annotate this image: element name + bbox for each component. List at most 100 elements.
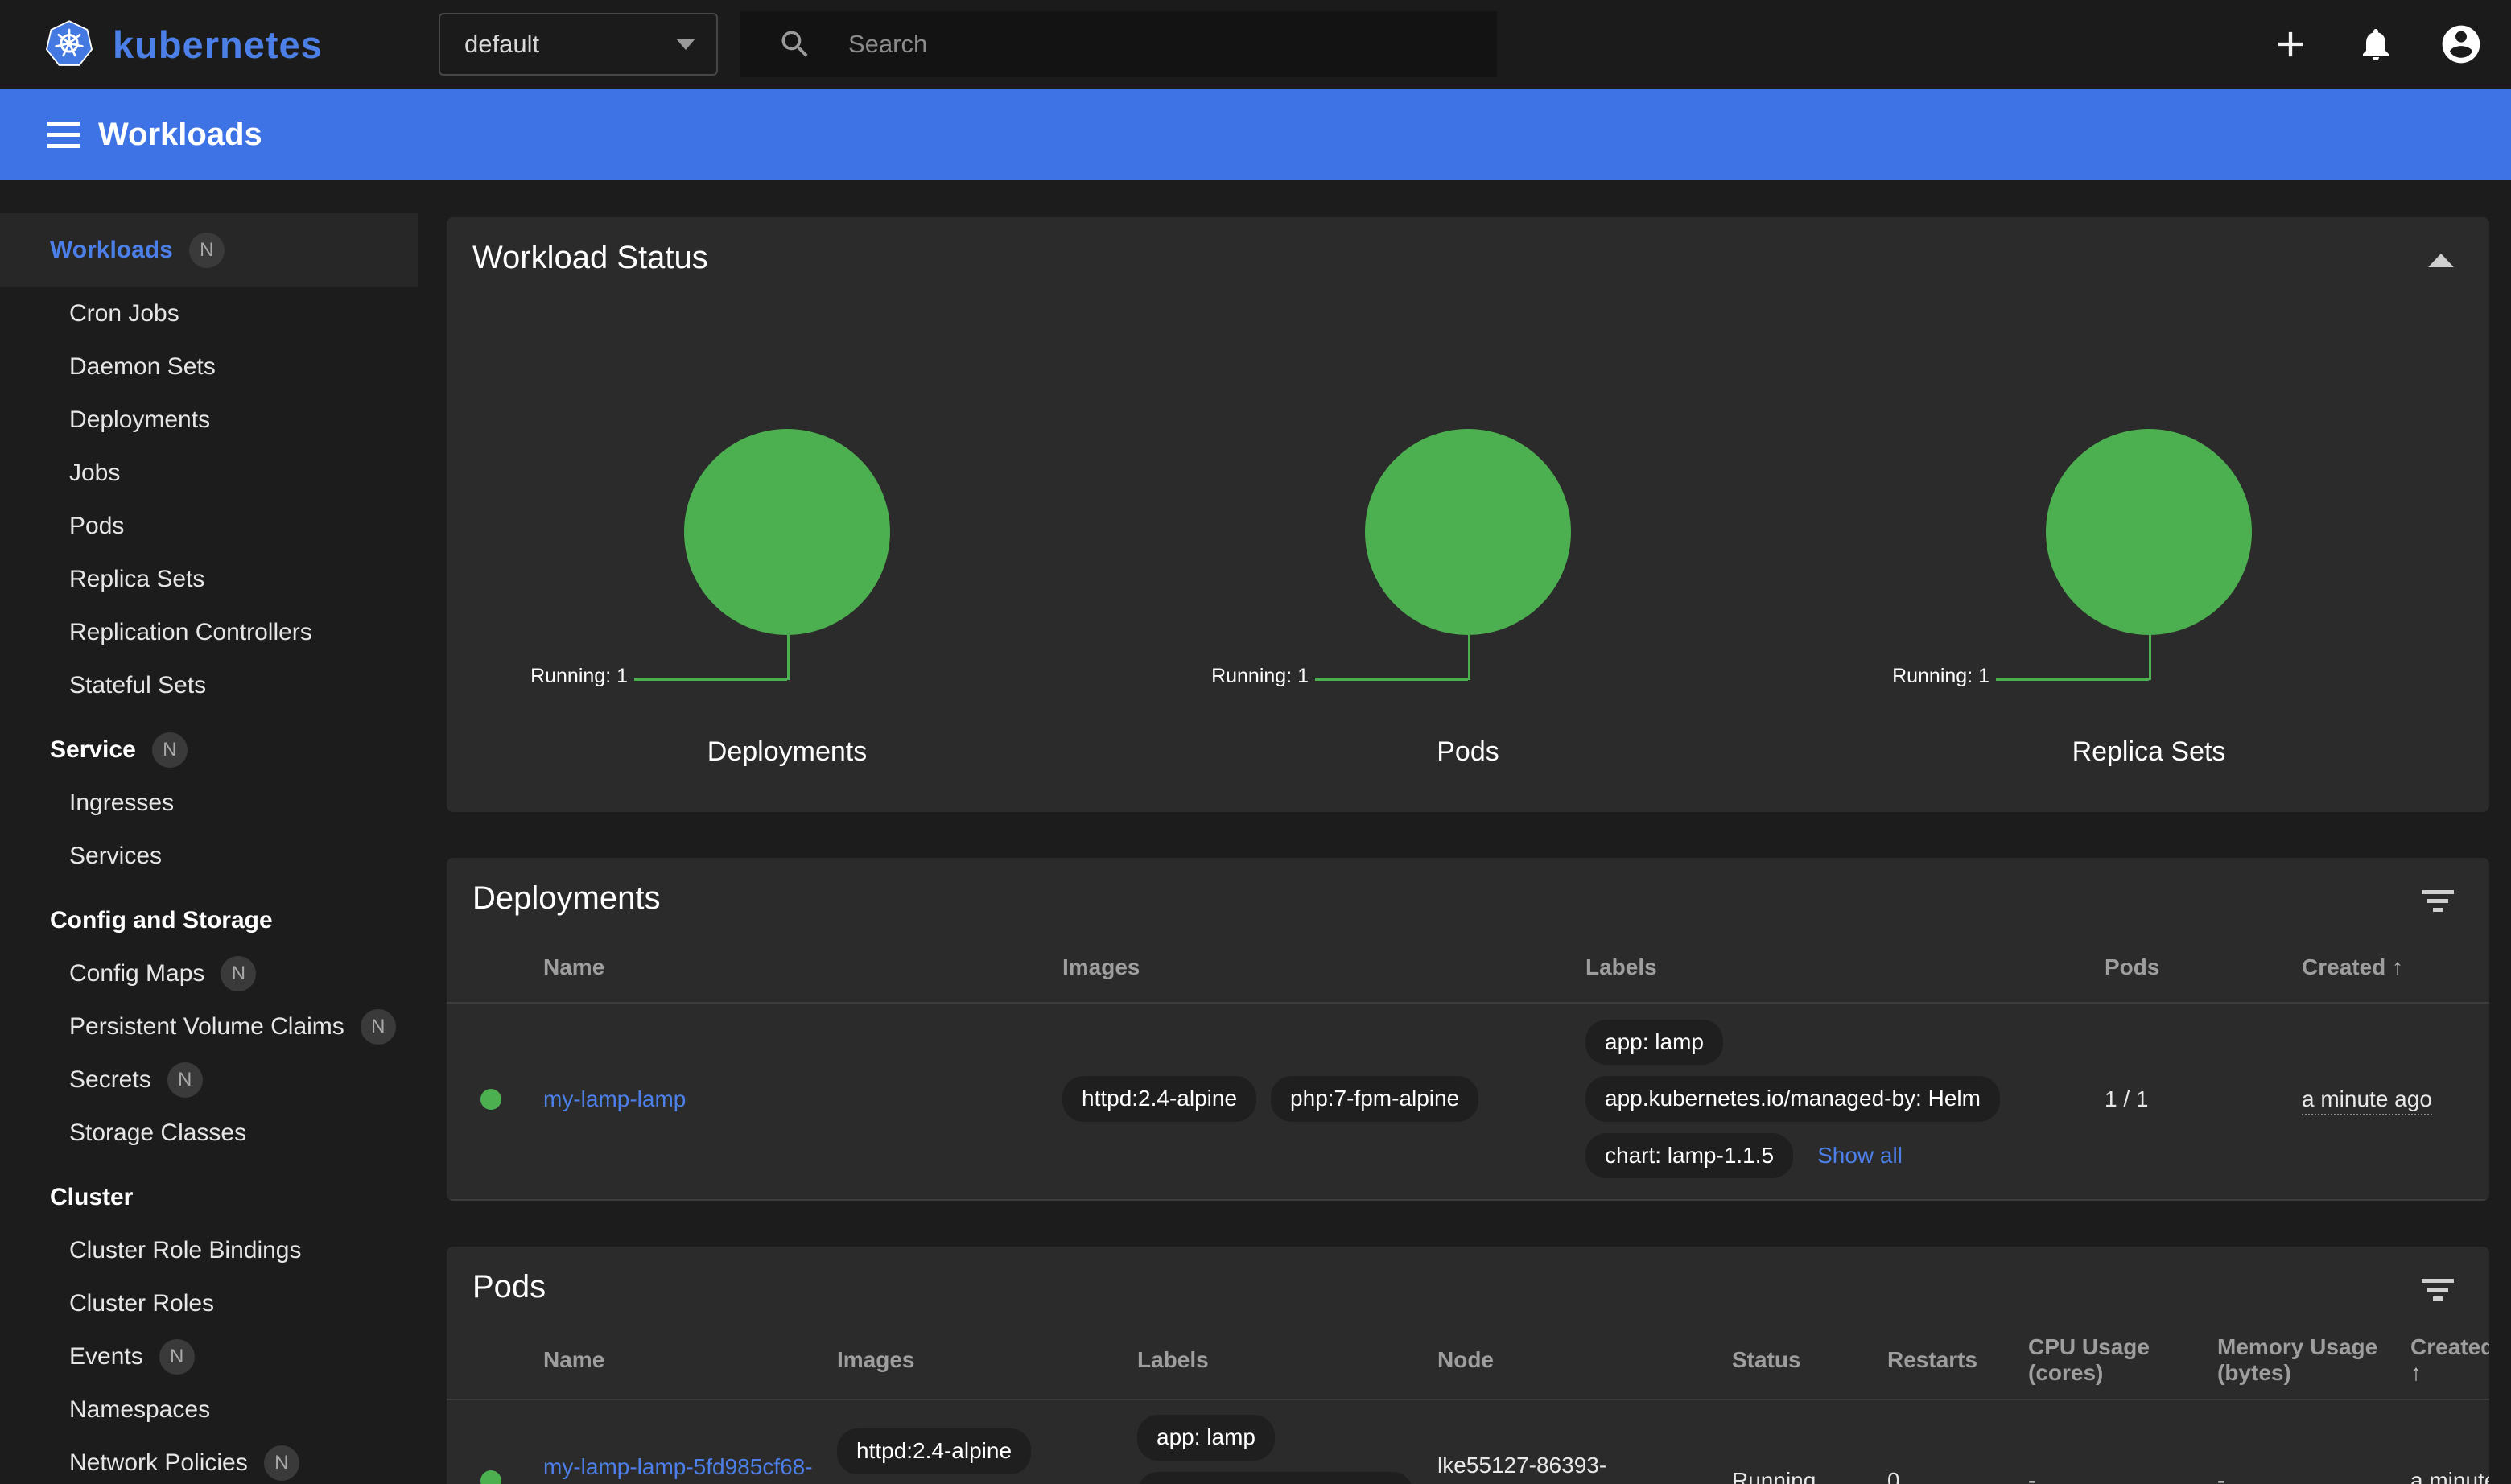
sidebar-item-cluster-role-bindings[interactable]: Cluster Role Bindings (0, 1224, 418, 1277)
hamburger-icon (32, 122, 95, 126)
filter-icon[interactable] (2422, 890, 2454, 912)
status-ok-icon (480, 1089, 501, 1110)
search-icon (777, 27, 813, 62)
filter-icon[interactable] (2422, 1279, 2454, 1301)
column-header-cpu: CPU Usage (cores) (2028, 1334, 2217, 1386)
column-header-images: Images (1062, 954, 1585, 980)
deployment-name-link[interactable]: my-lamp-lamp (543, 1086, 686, 1111)
callout-line (2149, 635, 2151, 680)
show-all-labels-link[interactable]: Show all (1817, 1143, 1903, 1169)
sidebar-item-label: Secrets (69, 1066, 151, 1094)
collapse-card-button[interactable] (2428, 254, 2454, 267)
sidebar-item-label: Network Policies (69, 1449, 248, 1477)
pods-pie-chart: Running: 1 Pods (1128, 429, 1808, 775)
column-header-pods: Pods (2105, 954, 2302, 980)
created-timestamp: a minute ago (2302, 1086, 2432, 1115)
sidebar-item-cluster[interactable]: Cluster (0, 1171, 418, 1224)
user-circle-icon (2439, 22, 2484, 67)
sidebar-item-label: Cluster Roles (69, 1290, 214, 1317)
column-header-status: Status (1732, 1347, 1887, 1373)
pod-name-link[interactable]: my-lamp-lamp-5fd985cf68-jwvz4 (543, 1453, 825, 1484)
pod-restarts: 0 (1887, 1468, 2028, 1484)
brand-name: kubernetes (113, 23, 323, 67)
pod-status: Running (1732, 1468, 1887, 1484)
sort-ascending-icon: ↑ (2392, 954, 2403, 979)
sidebar-item-daemon-sets[interactable]: Daemon Sets (0, 340, 418, 394)
sidebar-item-stateful-sets[interactable]: Stateful Sets (0, 659, 418, 712)
sidebar-item-label: Ingresses (69, 789, 174, 817)
sidebar-item-namespaces[interactable]: Namespaces (0, 1383, 418, 1437)
pod-memory-usage: - (2217, 1468, 2410, 1484)
sidebar-item-ingresses[interactable]: Ingresses (0, 777, 418, 830)
sidebar-item-label: Workloads (50, 237, 173, 264)
search-input[interactable] (848, 30, 1412, 59)
namespaced-badge: N (159, 1339, 195, 1375)
column-header-labels: Labels (1137, 1347, 1437, 1373)
namespaced-badge: N (152, 732, 188, 768)
brand-home-link[interactable]: kubernetes (45, 20, 323, 68)
sidebar-item-workloads[interactable]: Workloads N (0, 213, 418, 287)
sidebar-item-service[interactable]: Service N (0, 723, 418, 777)
sidebar-item-services[interactable]: Services (0, 830, 418, 883)
sidebar-item-label: Config and Storage (50, 907, 273, 934)
sort-ascending-icon: ↑ (2410, 1360, 2422, 1385)
pods-count: 1 / 1 (2105, 1086, 2302, 1112)
create-resource-button[interactable] (2263, 17, 2318, 72)
deployment-row: my-lamp-lamp httpd:2.4-alpine php:7-fpm-… (447, 1004, 2489, 1201)
sidebar-item-network-policies[interactable]: Network Policies N (0, 1437, 418, 1484)
sidebar-item-label: Events (69, 1343, 143, 1371)
callout-line (1315, 678, 1468, 681)
deployments-table-header: Name Images Labels Pods Created ↑ (447, 946, 2489, 1004)
namespaced-badge: N (167, 1062, 203, 1098)
sidebar-item-secrets[interactable]: Secrets N (0, 1053, 418, 1107)
sidebar-item-config-and-storage[interactable]: Config and Storage (0, 894, 418, 947)
image-chip: php:7-fpm-alpine (1271, 1076, 1478, 1121)
column-header-label: Created (2302, 954, 2385, 979)
column-header-name[interactable]: Name (543, 1347, 837, 1373)
pie-callout-label: Running: 1 (530, 665, 628, 688)
pie-running-slice (684, 429, 890, 635)
chart-caption: Pods (1128, 736, 1808, 768)
sidebar-item-label: Jobs (69, 460, 120, 487)
sidebar-item-label: Daemon Sets (69, 353, 216, 381)
namespaced-badge: N (264, 1445, 299, 1481)
search-bar[interactable] (740, 11, 1497, 77)
sidebar-item-label: Cluster (50, 1184, 133, 1211)
sidebar-item-deployments[interactable]: Deployments (0, 394, 418, 447)
sidebar-item-pods[interactable]: Pods (0, 500, 418, 553)
column-header-label: Created (2410, 1334, 2489, 1359)
sidebar-item-label: Service (50, 736, 136, 764)
workload-status-charts: Running: 1 Deployments Running: 1 Pods R… (447, 429, 2489, 812)
column-header-name[interactable]: Name (543, 954, 1062, 980)
column-header-images: Images (837, 1347, 1137, 1373)
notifications-button[interactable] (2348, 17, 2403, 72)
sidebar-item-replication-controllers[interactable]: Replication Controllers (0, 606, 418, 659)
sidebar-item-persistent-volume-claims[interactable]: Persistent Volume Claims N (0, 1000, 418, 1053)
sidebar-item-cluster-roles[interactable]: Cluster Roles (0, 1277, 418, 1330)
sidebar-item-jobs[interactable]: Jobs (0, 447, 418, 500)
column-header-created[interactable]: Created ↑ (2302, 954, 2489, 980)
sidebar-item-label: Services (69, 843, 162, 870)
sidebar-item-config-maps[interactable]: Config Maps N (0, 947, 418, 1000)
pie-callout-label: Running: 1 (1892, 665, 1989, 688)
sidebar-item-events[interactable]: Events N (0, 1330, 418, 1383)
chart-caption: Deployments (447, 736, 1128, 768)
sidebar-item-label: Cron Jobs (69, 300, 179, 328)
account-button[interactable] (2434, 17, 2488, 72)
pod-cpu-usage: - (2028, 1468, 2217, 1484)
sidebar-item-label: Replica Sets (69, 566, 204, 593)
sidebar-item-replica-sets[interactable]: Replica Sets (0, 553, 418, 606)
menu-button[interactable] (32, 103, 95, 166)
column-header-created[interactable]: Created ↑ (2410, 1334, 2489, 1386)
sidebar-item-cron-jobs[interactable]: Cron Jobs (0, 287, 418, 340)
namespaced-badge: N (221, 956, 256, 991)
replica-sets-pie-chart: Running: 1 Replica Sets (1808, 429, 2489, 775)
column-header-restarts: Restarts (1887, 1347, 2028, 1373)
column-header-node: Node (1437, 1347, 1732, 1373)
workload-status-title: Workload Status (472, 240, 708, 276)
sidebar-item-label: Storage Classes (69, 1119, 246, 1147)
sidebar-item-storage-classes[interactable]: Storage Classes (0, 1107, 418, 1160)
image-chip: httpd:2.4-alpine (1062, 1076, 1256, 1121)
label-chip: app.kubernetes.io/managed-by: Helm (1585, 1076, 2000, 1121)
namespace-selector[interactable]: default (439, 13, 718, 76)
